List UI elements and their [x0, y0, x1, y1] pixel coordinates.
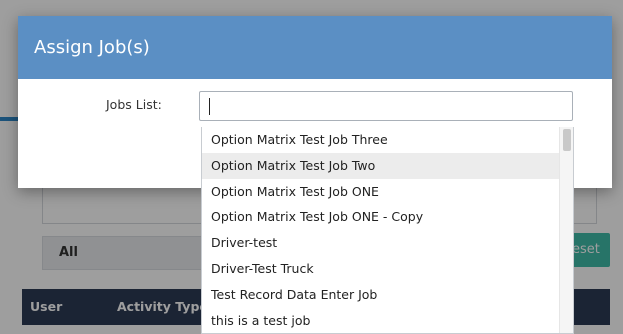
text-caret [209, 98, 210, 115]
dropdown-item[interactable]: Option Matrix Test Job Two [202, 152, 561, 179]
jobs-list-label: Jobs List: [106, 97, 162, 112]
dropdown-item[interactable]: Driver-test [202, 230, 561, 256]
dropdown-scrollbar[interactable] [559, 127, 573, 333]
dropdown-scrollbar-thumb[interactable] [563, 129, 571, 151]
jobs-dropdown-list: Option Matrix Test Job Three Option Matr… [202, 127, 561, 333]
modal-title: Assign Job(s) [34, 37, 150, 58]
dropdown-item[interactable]: Driver-Test Truck [202, 256, 561, 282]
dropdown-item[interactable]: Option Matrix Test Job ONE [202, 179, 561, 205]
dropdown-item[interactable]: this is a test job [202, 308, 561, 333]
modal-header: Assign Job(s) [18, 16, 612, 79]
dropdown-item[interactable]: Option Matrix Test Job Three [202, 127, 561, 153]
jobs-list-input[interactable] [199, 91, 573, 121]
dropdown-item[interactable]: Option Matrix Test Job ONE - Copy [202, 204, 561, 230]
dropdown-item[interactable]: Test Record Data Enter Job [202, 282, 561, 308]
jobs-dropdown[interactable]: Option Matrix Test Job Three Option Matr… [201, 127, 574, 334]
